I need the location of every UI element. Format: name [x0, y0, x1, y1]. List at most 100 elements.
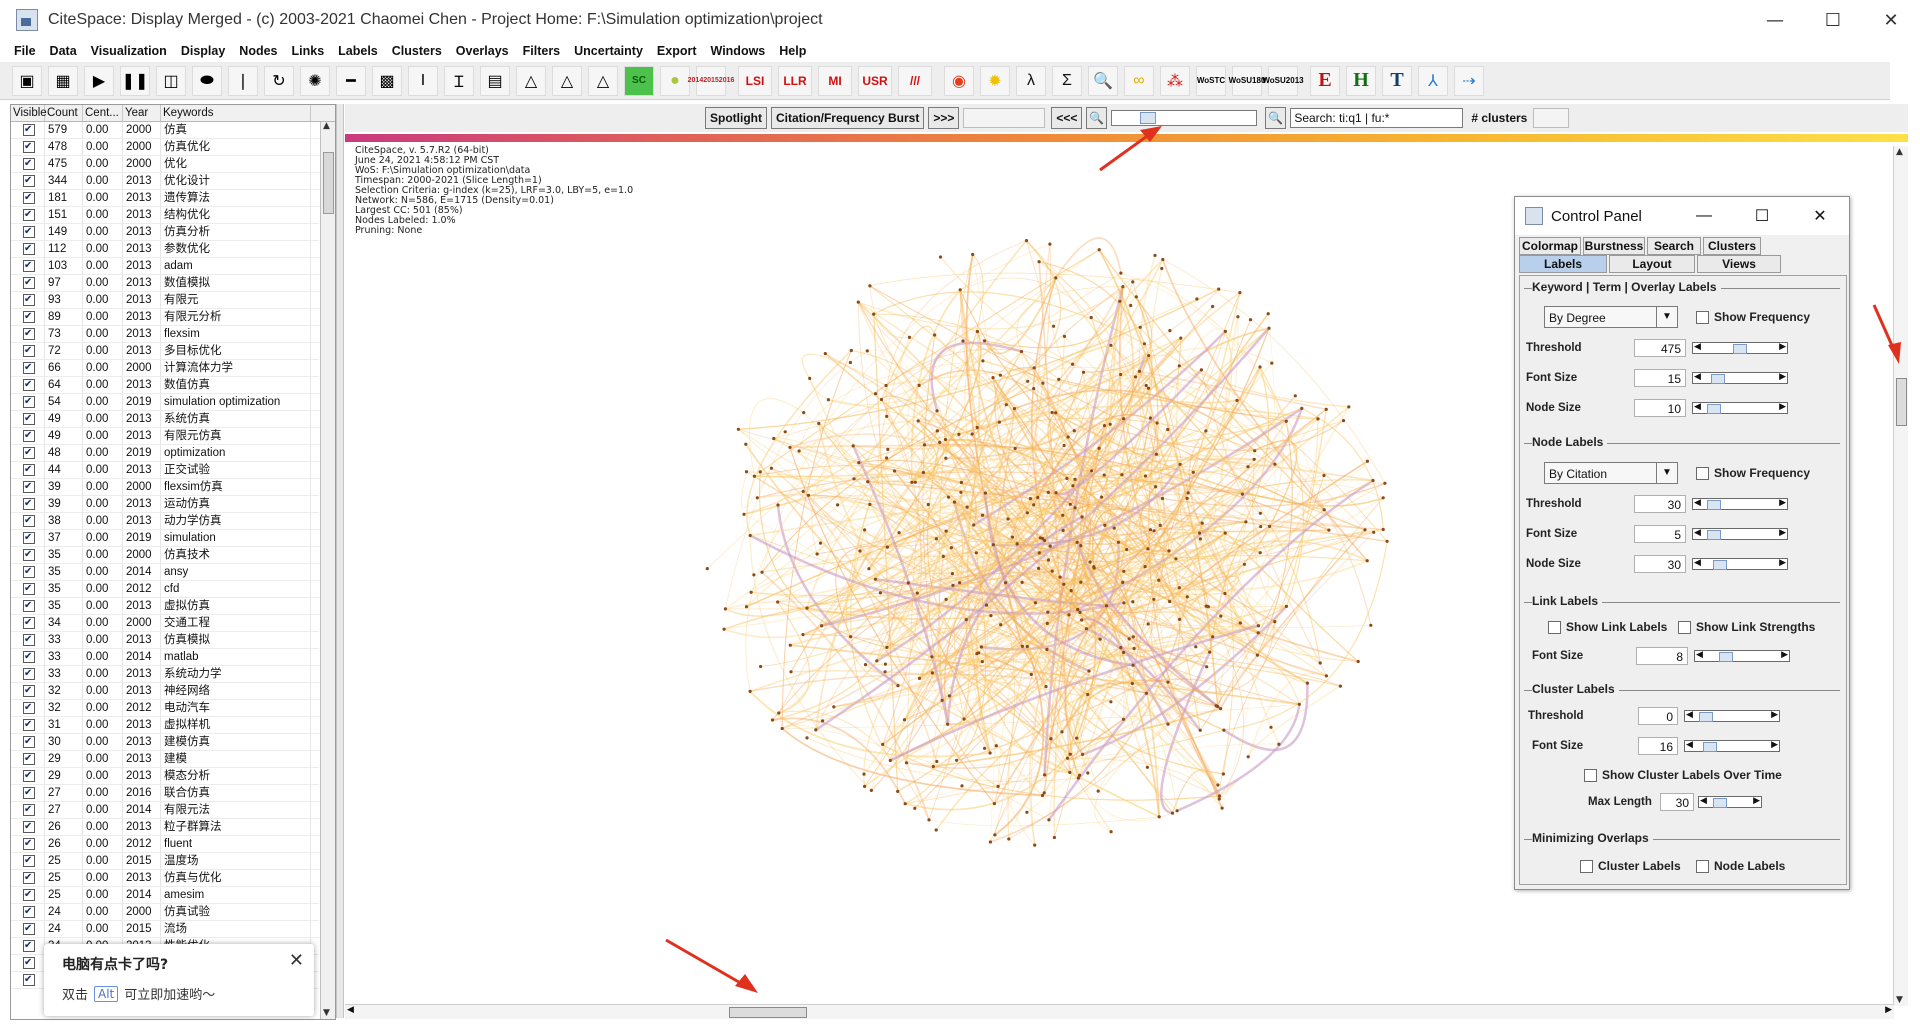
graph-node[interactable]	[797, 449, 801, 453]
visible-cell[interactable]	[11, 122, 45, 138]
cluster-threshold-slider[interactable]: ◀ ▶	[1684, 709, 1780, 722]
graph-node[interactable]	[885, 645, 889, 649]
graph-node[interactable]	[1108, 422, 1112, 426]
graph-node[interactable]	[722, 627, 726, 631]
graph-node[interactable]	[1216, 783, 1220, 787]
graph-node[interactable]	[1185, 496, 1189, 500]
visible-cell[interactable]	[11, 292, 45, 308]
table-row[interactable]: 5790.002000仿真	[11, 122, 319, 139]
graph-node[interactable]	[1195, 297, 1199, 301]
table-row[interactable]: 4780.002000仿真优化	[11, 139, 319, 156]
column-header-keywords[interactable]: Keywords	[161, 105, 311, 121]
graph-node[interactable]	[934, 537, 939, 541]
graph-node[interactable]	[1273, 620, 1277, 624]
panel-splitter[interactable]	[336, 104, 344, 1018]
graph-node[interactable]	[992, 802, 997, 806]
graph-node[interactable]	[1372, 530, 1376, 534]
graph-node[interactable]	[776, 600, 780, 604]
graph-node[interactable]	[1322, 473, 1326, 478]
graph-node[interactable]	[930, 655, 934, 659]
graph-node[interactable]	[1371, 478, 1375, 483]
graph-node[interactable]	[1363, 528, 1367, 532]
graph-node[interactable]	[1174, 557, 1178, 561]
menu-overlays[interactable]: Overlays	[456, 44, 509, 58]
visible-cell[interactable]	[11, 666, 45, 682]
table-row[interactable]: 490.002013系统仿真	[11, 411, 319, 428]
graph-node[interactable]	[1177, 364, 1181, 368]
refresh-icon[interactable]: ↻	[264, 65, 294, 96]
graph-node[interactable]	[759, 664, 763, 669]
graph-node[interactable]	[980, 660, 984, 664]
triangle2-icon[interactable]: △	[552, 65, 582, 96]
graph-node[interactable]	[998, 373, 1003, 377]
graph-node[interactable]	[1216, 705, 1220, 709]
graph-node[interactable]	[946, 722, 950, 726]
graph-node[interactable]	[1170, 811, 1175, 815]
dots-icon[interactable]: ⁂	[1160, 65, 1190, 96]
keyword-node-slider[interactable]: ◀ ▶	[1692, 401, 1788, 414]
checkbox-checked-icon[interactable]	[23, 496, 35, 512]
tab-burstness[interactable]: Burstness	[1583, 237, 1645, 255]
graph-node[interactable]	[1097, 446, 1101, 450]
visible-cell[interactable]	[11, 156, 45, 172]
graph-node[interactable]	[1050, 410, 1054, 415]
graph-node[interactable]	[922, 443, 927, 447]
table-row[interactable]: 340.002000交通工程	[11, 615, 319, 632]
visible-cell[interactable]	[11, 530, 45, 546]
grid-icon[interactable]: ▩	[372, 65, 402, 96]
tab-clusters[interactable]: Clusters	[1703, 237, 1761, 255]
checkbox-icon[interactable]	[1548, 620, 1561, 634]
table-row[interactable]: 380.002013动力学仿真	[11, 513, 319, 530]
table-row[interactable]: 250.002013仿真与优化	[11, 870, 319, 887]
menu-uncertainty[interactable]: Uncertainty	[574, 44, 643, 58]
search-yellow-icon[interactable]: 🔍	[1088, 65, 1118, 96]
graph-node[interactable]	[984, 603, 989, 607]
graph-node[interactable]	[994, 744, 998, 748]
graph-node[interactable]	[1028, 497, 1032, 501]
graph-node[interactable]	[1177, 586, 1181, 590]
menu-nodes[interactable]: Nodes	[239, 44, 277, 58]
checkbox-checked-icon[interactable]	[23, 598, 35, 614]
checkbox-checked-icon[interactable]	[23, 853, 35, 869]
slider-left-icon[interactable]: ◀	[1694, 401, 1701, 412]
graph-node[interactable]	[946, 495, 951, 499]
visible-cell[interactable]	[11, 190, 45, 206]
column-header-visible[interactable]: Visible	[11, 105, 47, 121]
visible-cell[interactable]	[11, 802, 45, 818]
graph-node[interactable]	[1273, 462, 1277, 466]
graph-node[interactable]	[1284, 419, 1288, 423]
graph-node[interactable]	[1236, 315, 1240, 319]
table-row[interactable]: 540.002019simulation optimization	[11, 394, 319, 411]
graph-node[interactable]	[801, 633, 805, 637]
burst-button[interactable]: Citation/Frequency Burst	[770, 107, 925, 129]
node-label-dropdown[interactable]: By Citation ▼	[1544, 462, 1678, 484]
graph-node[interactable]	[748, 689, 752, 694]
graph-node[interactable]	[1168, 599, 1172, 604]
graph-node[interactable]	[1119, 271, 1123, 275]
graph-node[interactable]	[769, 466, 773, 470]
graph-node[interactable]	[1092, 566, 1096, 570]
graph-node[interactable]	[1238, 291, 1242, 295]
triangle3-icon[interactable]: △	[588, 65, 618, 96]
checkbox-checked-icon[interactable]	[23, 581, 35, 597]
wos-u180-button[interactable]: WoS U180	[1229, 65, 1265, 96]
graph-node[interactable]	[1246, 465, 1250, 469]
graph-node[interactable]	[1061, 513, 1065, 517]
slider-left-icon[interactable]: ◀	[1700, 795, 1707, 806]
visible-cell[interactable]	[11, 955, 45, 971]
visible-cell[interactable]	[11, 938, 45, 954]
visible-cell[interactable]	[11, 564, 45, 580]
graph-node[interactable]	[1054, 491, 1058, 495]
checkbox-icon[interactable]	[1678, 620, 1691, 634]
slider-right-icon[interactable]: ▶	[1771, 709, 1778, 720]
slider-knob[interactable]	[1711, 374, 1725, 384]
graph-node[interactable]	[981, 359, 985, 363]
graph-node[interactable]	[1221, 772, 1225, 776]
graph-node[interactable]	[1048, 544, 1052, 548]
graph-node[interactable]	[1025, 810, 1029, 814]
visible-cell[interactable]	[11, 360, 45, 376]
graph-node[interactable]	[950, 572, 955, 576]
cluster-font-field[interactable]: 16	[1638, 737, 1678, 755]
graph-node[interactable]	[1078, 773, 1082, 777]
graph-node[interactable]	[1006, 517, 1010, 521]
